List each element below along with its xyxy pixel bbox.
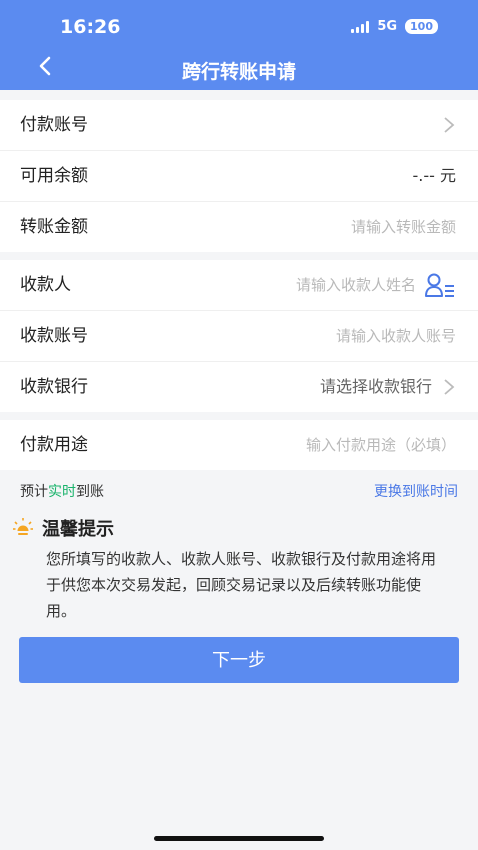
- tips-header: 温馨提示: [12, 515, 114, 541]
- network-type: 5G: [377, 19, 398, 34]
- available-balance-row: 可用余额 -.-- 元: [0, 151, 478, 202]
- tips-title: 温馨提示: [42, 519, 114, 540]
- available-balance-value: -.-- 元: [412, 166, 457, 185]
- payee-account-label: 收款账号: [20, 326, 88, 346]
- status-indicators: 5G 100: [351, 19, 438, 34]
- home-indicator: [154, 836, 324, 841]
- payer-section: 付款账号 可用余额 -.-- 元 转账金额 请输入转账金额: [0, 100, 478, 252]
- payee-name-input[interactable]: 请输入收款人姓名: [296, 260, 416, 310]
- payer-account-row[interactable]: 付款账号: [0, 100, 478, 151]
- arrival-time-bar: 预计实时到账 更换到账时间: [0, 467, 478, 511]
- amount-row[interactable]: 转账金额 请输入转账金额: [0, 202, 478, 252]
- payee-bank-select[interactable]: 请选择收款银行: [320, 362, 432, 412]
- next-step-button[interactable]: 下一步: [19, 637, 459, 683]
- change-arrival-time-link[interactable]: 更换到账时间: [374, 481, 458, 501]
- payee-label: 收款人: [20, 275, 71, 295]
- tips-body: 您所填写的收款人、收款人账号、收款银行及付款用途将用于供您本次交易发起，回顾交易…: [46, 550, 437, 620]
- amount-label: 转账金额: [20, 217, 88, 237]
- app-header: 16:26 5G 100 跨行转账申请: [0, 0, 478, 90]
- lightbulb-icon: [13, 518, 33, 535]
- arrival-suffix: 到账: [76, 484, 104, 500]
- amount-input[interactable]: 请输入转账金额: [351, 202, 456, 252]
- payee-bank-row[interactable]: 收款银行 请选择收款银行: [0, 362, 478, 412]
- contacts-icon[interactable]: [424, 272, 456, 300]
- battery-icon: 100: [405, 19, 438, 34]
- page-title: 跨行转账申请: [181, 61, 296, 83]
- purpose-input[interactable]: 输入付款用途（必填）: [306, 420, 456, 470]
- payee-account-input[interactable]: 请输入收款人账号: [336, 311, 456, 361]
- purpose-label: 付款用途: [20, 435, 88, 455]
- payee-row[interactable]: 收款人 请输入收款人姓名: [0, 260, 478, 311]
- payee-bank-label: 收款银行: [20, 377, 88, 397]
- purpose-row[interactable]: 付款用途 输入付款用途（必填）: [0, 420, 478, 470]
- purpose-section: 付款用途 输入付款用途（必填）: [0, 420, 478, 470]
- status-time: 16:26: [60, 16, 121, 38]
- available-balance-label: 可用余额: [20, 166, 88, 186]
- arrival-highlight: 实时: [48, 484, 76, 500]
- arrival-prefix: 预计: [20, 484, 48, 500]
- payee-account-row[interactable]: 收款账号 请输入收款人账号: [0, 311, 478, 362]
- payer-account-label: 付款账号: [20, 115, 88, 135]
- arrival-estimate: 预计实时到账: [20, 481, 104, 501]
- chevron-right-icon: [444, 379, 455, 395]
- payee-section: 收款人 请输入收款人姓名 收款账号 请输入收款人账号 收款银行 请选择收款银行: [0, 260, 478, 412]
- signal-icon: [351, 20, 370, 33]
- chevron-right-icon: [444, 117, 455, 133]
